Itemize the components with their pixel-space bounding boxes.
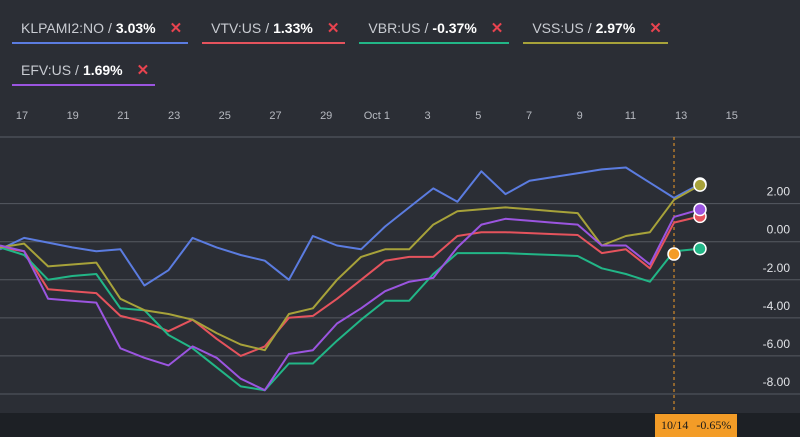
- crosshair-marker: [667, 247, 681, 261]
- series-endpoint-vbr-us[interactable]: [693, 241, 707, 256]
- series-line-vss-us: [0, 199, 675, 352]
- series-line-klpami2-no: [0, 166, 675, 287]
- y-tick-label: 2.00: [767, 185, 791, 199]
- x-tick-label: 3: [425, 110, 431, 122]
- x-tick-label: 23: [168, 110, 180, 122]
- x-tick-label: 11: [625, 110, 636, 122]
- crosshair-value: -0.65%: [696, 418, 732, 432]
- y-tick-label: 0.00: [767, 223, 791, 237]
- crosshair-date-tag: 10/14 -0.65%: [655, 414, 738, 437]
- x-tick-label: 5: [475, 110, 481, 122]
- x-axis-ticks: 17 19 21 23 25 27 29 Oct 1 3 5 7 9 11 13 15: [16, 110, 738, 122]
- series-line-vtv-us: [0, 222, 675, 357]
- series-line-efv-us: [0, 216, 675, 392]
- y-axis-ticks: 2.00 0.00 -2.00 -4.00 -6.00 -8.00: [763, 185, 791, 389]
- x-tick-label: 21: [117, 110, 129, 122]
- x-tick-label: 29: [320, 110, 332, 122]
- series-endpoint-vss-us[interactable]: [693, 178, 707, 192]
- y-tick-label: -8.00: [763, 375, 791, 389]
- x-tick-label: 9: [577, 110, 583, 122]
- x-tick-label: 25: [219, 110, 231, 122]
- x-tick-label: 17: [16, 110, 28, 122]
- x-tick-label: 27: [269, 110, 281, 122]
- line-chart: 17 19 21 23 25 27 29 Oct 1 3 5 7 9 11 13 15 2.00 0.00 -2…: [0, 110, 800, 413]
- grid: [0, 136, 800, 395]
- series-lines: [0, 166, 701, 392]
- y-tick-label: -4.00: [763, 299, 791, 313]
- x-tick-label: Oct 1: [364, 110, 390, 122]
- y-tick-label: -6.00: [763, 337, 791, 351]
- crosshair-date: 10/14: [661, 418, 689, 432]
- x-tick-label: 15: [726, 110, 738, 122]
- series-endpoint-efv-us[interactable]: [693, 202, 707, 217]
- y-tick-label: -2.00: [763, 261, 791, 275]
- x-tick-label: 7: [526, 110, 532, 122]
- x-tick-label: 13: [675, 110, 687, 122]
- x-tick-label: 19: [67, 110, 79, 122]
